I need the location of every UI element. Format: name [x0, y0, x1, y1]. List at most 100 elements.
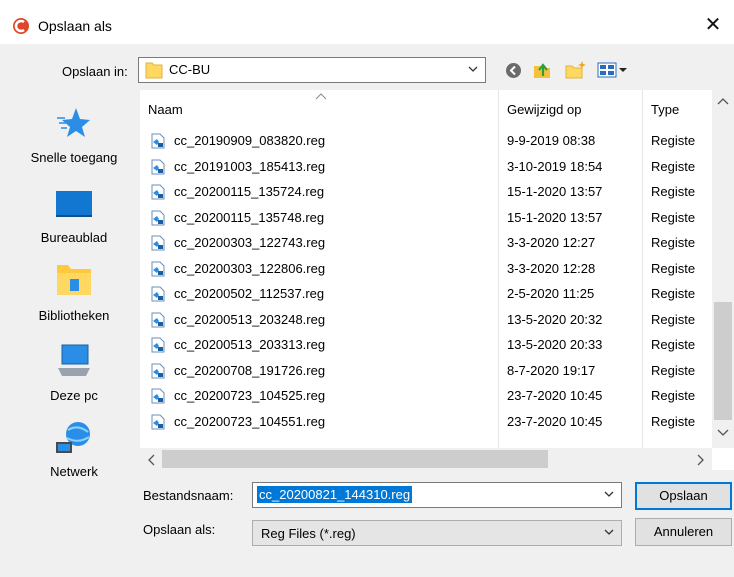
save-button[interactable]: Opslaan [635, 482, 732, 510]
scroll-thumb[interactable] [714, 302, 732, 420]
file-name: cc_20200115_135724.reg [174, 184, 325, 199]
registry-file-icon [150, 133, 166, 149]
registry-file-icon [150, 363, 166, 379]
star-icon [57, 108, 90, 137]
vertical-scrollbar[interactable] [712, 90, 734, 448]
scroll-right-icon[interactable] [696, 454, 706, 466]
file-name: cc_20200303_122806.reg [174, 260, 326, 276]
close-button[interactable]: ✕ [696, 10, 730, 40]
file-row[interactable]: cc_20200502_112537.reg 2-5-2020 11:25 Regi… [140, 283, 712, 306]
file-name: cc_20200708_191726.reg [174, 362, 326, 378]
file-type: Registe [651, 158, 696, 174]
place-desktop[interactable]: Bureaublad [10, 180, 138, 252]
file-name: cc_20200115_135748.reg [174, 209, 325, 225]
chevron-down-icon[interactable] [603, 526, 615, 538]
file-type: Registe [651, 337, 696, 352]
filename-combo[interactable]: cc_20200821_144310.reg [252, 482, 622, 508]
file-type: Registe [651, 362, 696, 378]
dialog-title: Opslaan als [38, 18, 112, 34]
cancel-button[interactable]: Annuleren [635, 518, 732, 546]
file-modified: 23-7-2020 10:45 [507, 388, 603, 403]
up-folder-icon[interactable] [532, 60, 552, 80]
file-modified: 3-10-2019 18:54 [507, 158, 603, 174]
libraries-icon [57, 265, 91, 295]
place-label: Bibliotheken [38, 308, 110, 323]
file-list[interactable]: Naam Gewijzigd op Type cc_20190909_08382… [140, 90, 734, 470]
scroll-up-icon[interactable] [717, 96, 729, 106]
file-row[interactable]: cc_20200513_203313.reg 13-5-2020 20:33 Reg… [140, 334, 712, 357]
filename-input[interactable]: cc_20200821_144310.reg [257, 486, 413, 503]
file-type: Registe [651, 133, 696, 148]
scroll-down-icon[interactable] [717, 428, 729, 438]
horizontal-scrollbar[interactable] [140, 448, 712, 470]
scroll-left-icon[interactable] [146, 454, 156, 466]
place-quick-access[interactable]: Snelle toegang [10, 88, 138, 168]
places-bar: Snelle toegang Bureaublad Bibliotheken D… [10, 88, 138, 508]
place-label: Netwerk [50, 464, 98, 479]
file-row[interactable]: cc_20200708_191726.reg 8-7-2020 19:17 Regi… [140, 360, 712, 383]
network-icon [56, 422, 90, 453]
location-value: CC-BU [169, 62, 211, 77]
new-folder-icon[interactable] [565, 60, 587, 80]
file-modified: 15-1-2020 13:57 [507, 184, 603, 199]
file-name: cc_20200513_203248.reg [174, 311, 326, 327]
file-row[interactable]: cc_20200723_104551.reg 23-7-2020 10:45 Reg… [140, 411, 712, 434]
file-name: cc_20190909_083820.reg [174, 133, 326, 148]
file-type: Registe [651, 311, 696, 327]
file-type: Registe [651, 184, 696, 199]
file-row[interactable]: cc_20200303_122806.reg 3-3-2020 12:28 Regi… [140, 258, 712, 281]
file-name: cc_20200502_112537.reg [174, 286, 325, 301]
back-icon[interactable] [505, 62, 522, 79]
registry-file-icon [150, 286, 166, 302]
place-libraries[interactable]: Bibliotheken [10, 256, 138, 334]
file-name: cc_20191003_185413.reg [174, 158, 326, 174]
file-modified: 13-5-2020 20:32 [507, 311, 603, 327]
file-modified: 2-5-2020 11:25 [507, 286, 595, 301]
file-modified: 13-5-2020 20:33 [507, 337, 603, 352]
registry-file-icon [150, 388, 166, 404]
file-type: Registe [651, 413, 696, 429]
file-type: Registe [651, 209, 696, 225]
background-window-strip: — — — — — — — — — — — — — — — — — — — — … [0, 0, 734, 6]
column-header-name[interactable]: Naam [148, 102, 183, 117]
registry-file-icon [150, 312, 166, 328]
computer-icon [58, 344, 90, 376]
registry-file-icon [150, 235, 166, 251]
registry-file-icon [150, 337, 166, 353]
scroll-thumb-horizontal[interactable] [162, 450, 548, 468]
file-row[interactable]: cc_20200115_135724.reg 15-1-2020 13:57 Reg… [140, 181, 712, 204]
file-row[interactable]: cc_20200303_122743.reg 3-3-2020 12:27 Regi… [140, 232, 712, 255]
place-this-pc[interactable]: Deze pc [10, 336, 138, 414]
file-row[interactable]: cc_20200115_135748.reg 15-1-2020 13:57 Reg… [140, 207, 712, 230]
filename-label: Bestandsnaam: [143, 488, 234, 503]
file-row[interactable]: cc_20200723_104525.reg 23-7-2020 10:45 Reg… [140, 385, 712, 408]
desktop-icon [56, 191, 92, 217]
file-type: Registe [651, 388, 696, 403]
file-name: cc_20200303_122743.reg [174, 235, 326, 250]
column-header-modified[interactable]: Gewijzigd op [507, 102, 581, 117]
file-type: Registe [651, 235, 696, 250]
file-type: Registe [651, 260, 696, 276]
registry-file-icon [150, 210, 166, 226]
registry-file-icon [150, 159, 166, 175]
location-combo[interactable]: CC-BU [138, 57, 486, 83]
file-type: Registe [651, 286, 696, 301]
filetype-select[interactable]: Reg Files (*.reg) [252, 520, 622, 546]
file-name: cc_20200723_104551.reg [174, 413, 326, 429]
place-label: Deze pc [50, 388, 98, 403]
registry-file-icon [150, 184, 166, 200]
chevron-down-icon[interactable] [603, 488, 615, 500]
file-row[interactable]: cc_20190909_083820.reg 9-9-2019 08:38 Regi… [140, 130, 712, 153]
view-menu-icon[interactable] [597, 62, 627, 78]
place-label: Snelle toegang [30, 150, 118, 165]
place-network[interactable]: Netwerk [10, 414, 138, 494]
filetype-label: Opslaan als: [143, 522, 216, 537]
file-row[interactable]: cc_20200513_203248.reg 13-5-2020 20:32 Reg… [140, 309, 712, 332]
column-header-type[interactable]: Type [651, 102, 679, 117]
registry-file-icon [150, 261, 166, 277]
file-row[interactable]: cc_20191003_185413.reg 3-10-2019 18:54 Reg… [140, 156, 712, 179]
app-icon [13, 18, 29, 34]
file-modified: 3-3-2020 12:27 [507, 235, 596, 250]
folder-icon [145, 62, 163, 79]
file-name: cc_20200513_203313.reg [174, 337, 326, 352]
